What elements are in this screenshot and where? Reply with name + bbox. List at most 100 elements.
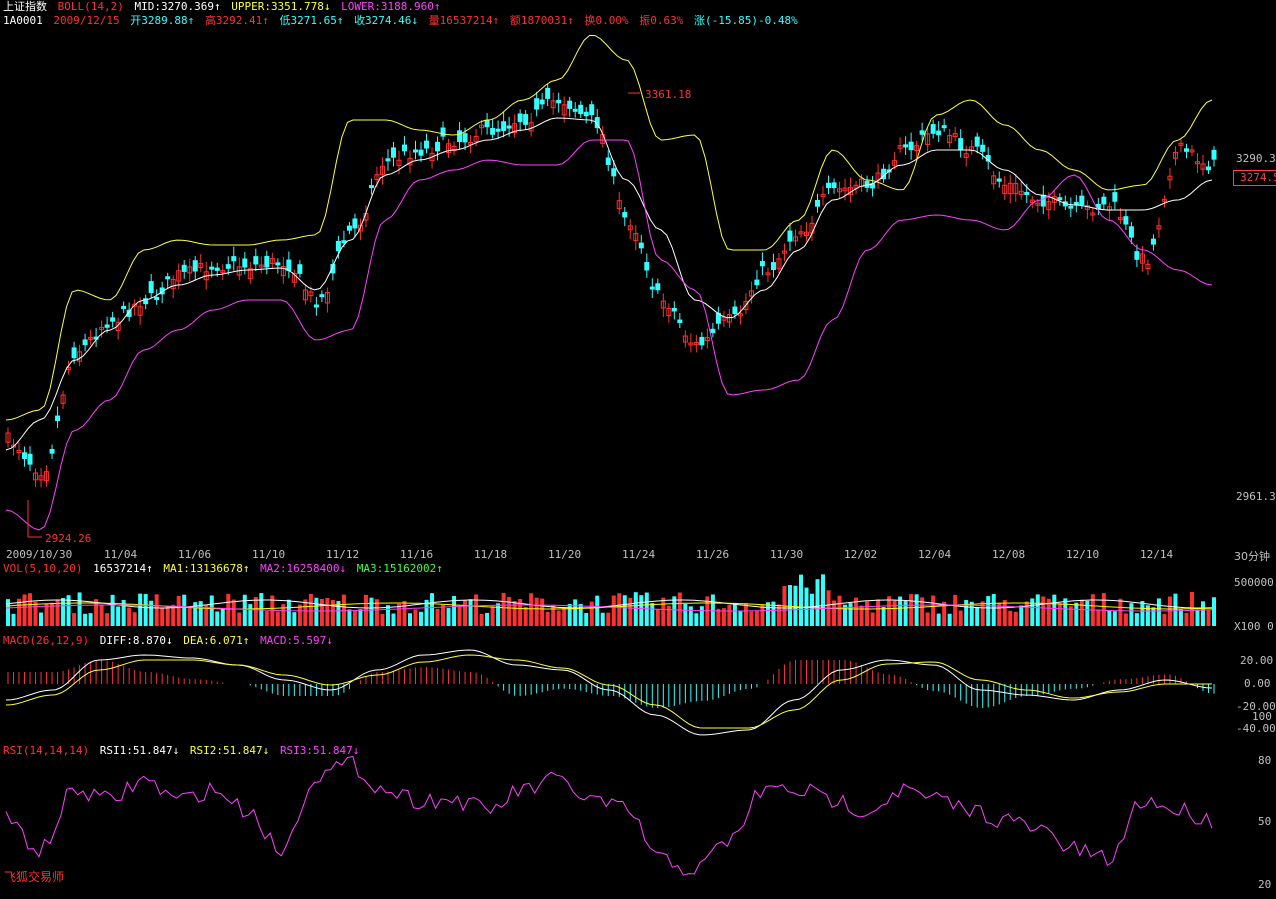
volume-bar [275, 611, 280, 626]
candle-body [787, 230, 793, 242]
volume-bar [1195, 609, 1200, 626]
candle-body [1183, 148, 1189, 152]
period-label[interactable]: 30分钟 [1234, 548, 1270, 564]
candle-body [121, 305, 127, 309]
rsi-label: RSI(14,14,14) [3, 744, 90, 757]
volume-bar [485, 612, 490, 626]
volume-bar [622, 595, 627, 626]
volume-bar [441, 604, 446, 626]
candle-body [1150, 238, 1156, 245]
volume-bar [468, 599, 473, 626]
volume-bar [264, 611, 269, 626]
volume-bar [909, 594, 914, 626]
volume-bar [1030, 598, 1035, 626]
volume-bar [33, 601, 38, 626]
volume-bar [160, 608, 165, 626]
candle-body [264, 256, 270, 268]
volume-bar [105, 613, 110, 626]
volume-bar [44, 603, 49, 626]
volume-bar [88, 613, 93, 626]
candle-body [82, 339, 88, 346]
candle-body [104, 324, 110, 328]
candle-body [826, 182, 832, 189]
volume-bar [600, 612, 605, 626]
volume-bar [1107, 610, 1112, 626]
volume-bar [408, 613, 412, 626]
rsi-axis-50: 50 [1258, 815, 1272, 828]
volume-bar [430, 593, 435, 626]
volume-bar [617, 593, 622, 626]
candle-body [831, 182, 837, 189]
volume-bar [628, 597, 633, 626]
volume-bar [1101, 593, 1106, 626]
candle-body [352, 218, 358, 229]
candle-body [941, 125, 947, 129]
boll-upper-line [5, 34, 1213, 421]
candle-body [484, 120, 490, 128]
volume-bar [1156, 598, 1161, 626]
candle-body [1205, 166, 1211, 171]
volume-bar [1184, 612, 1189, 626]
volume-bar [727, 604, 732, 626]
candle-body [572, 108, 578, 112]
candle-body [148, 281, 154, 294]
volume-bar [810, 593, 814, 626]
volume-bar [787, 585, 792, 626]
macd-value: MACD:5.597↓ [260, 634, 333, 647]
date-tick: 2009/10/30 [6, 548, 73, 561]
candle-body [319, 294, 325, 298]
candle-body [996, 178, 1002, 182]
volume-bar [138, 593, 143, 626]
volume-bar [11, 613, 16, 626]
volume-bar [887, 596, 892, 626]
volume-bar [413, 609, 418, 626]
volume-bar [986, 596, 991, 626]
volume-bar [1212, 597, 1216, 626]
date-tick: 11/30 [770, 548, 804, 561]
date-tick: 12/04 [918, 548, 952, 561]
kline-chart-canvas[interactable] [0, 0, 1276, 899]
candle-body [231, 256, 237, 262]
volume-bar [567, 603, 572, 626]
candle-body [154, 297, 160, 301]
date-tick: 11/16 [400, 548, 434, 561]
candle-body [677, 319, 683, 324]
volume-bar [898, 596, 903, 626]
volume-bar [1206, 609, 1211, 626]
candle-body [1128, 226, 1134, 238]
volume-bar [182, 594, 187, 626]
volume-bar [611, 595, 616, 626]
candle-body [974, 136, 980, 147]
volume-bar [650, 603, 655, 626]
volume-bar [754, 610, 759, 626]
candle-body [440, 127, 446, 137]
vol-header: VOL(5,10,20) 16537214↑ MA1:13136678↑ MA2… [3, 562, 447, 576]
candle-body [980, 144, 986, 152]
vol-value: 16537214↑ [93, 562, 153, 575]
volume-bar [1024, 601, 1029, 626]
candle-body [1211, 149, 1217, 160]
candle-body [517, 113, 523, 123]
volume-bar [876, 599, 881, 626]
volume-bar [732, 602, 737, 626]
candle-body [275, 262, 281, 266]
volume-bar [286, 599, 291, 626]
volume-bar [903, 601, 908, 626]
volume-bar [325, 598, 330, 626]
rsi2-value: RSI2:51.847↓ [189, 744, 270, 757]
volume-bar [743, 603, 748, 626]
macd-dea-line [5, 654, 1212, 729]
volume-bar [848, 603, 853, 626]
date-tick: 11/26 [696, 548, 730, 561]
volume-bar [793, 585, 798, 626]
vol-ma3: MA3:15162002↑ [356, 562, 443, 575]
vol-ma2: MA2:16258400↓ [260, 562, 347, 575]
candle-body [225, 264, 231, 269]
volume-bar [1057, 603, 1062, 626]
volume-bar [1079, 599, 1084, 626]
volume-bar [655, 608, 660, 626]
volume-bar [870, 612, 875, 626]
candle-body [1068, 205, 1074, 209]
candle-body [181, 264, 187, 272]
candle-body [335, 240, 341, 252]
